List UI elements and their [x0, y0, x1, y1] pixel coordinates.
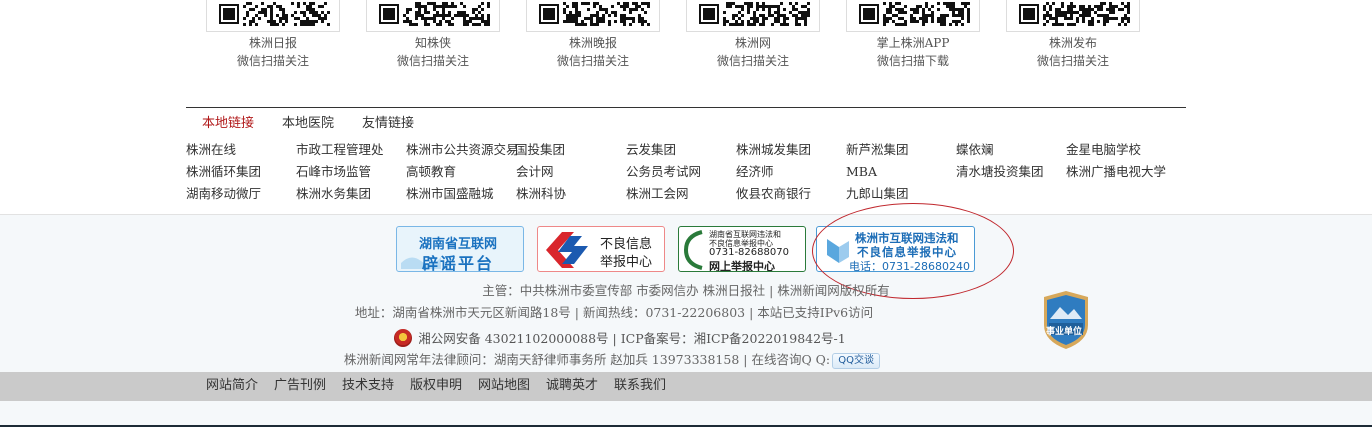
report-logo-icon [546, 232, 588, 268]
qr-action: 微信扫描关注 [556, 54, 629, 68]
qr-item-zhuzhou-daily: 株洲日报 微信扫描关注 [206, 0, 340, 70]
qr-item-zhuzhou-net: 株洲网 微信扫描关注 [686, 0, 820, 70]
nav-about[interactable]: 网站简介 [206, 378, 258, 394]
badge-phone: 0731-82688070 [709, 247, 789, 258]
qr-name: 株洲日报 [248, 36, 297, 50]
qr-name: 株洲发布 [1048, 36, 1097, 50]
nav-sitemap[interactable]: 网站地图 [478, 378, 530, 394]
police-badge-icon [394, 329, 413, 347]
rumor-platform-badge[interactable]: 湖南省互联网 辟谣平台 [396, 226, 524, 272]
qr-item-zhuzhou-release: 株洲发布 微信扫描关注 [1006, 0, 1140, 70]
footer-info-supervisor: 主管：中共株洲市委宣传部 市委网信办 株洲日报社 | 株洲新闻网版权所有 [482, 283, 890, 298]
qr-action: 微信扫描关注 [396, 54, 469, 68]
qr-item-zhuzhou-app: 掌上株洲APP 微信扫描下载 [846, 0, 980, 70]
tab-local-hospitals[interactable]: 本地医院 [282, 116, 334, 132]
legal-text: 株洲新闻网常年法律顾问：湖南天舒律师事务所 赵加兵 13973338158 | … [343, 352, 831, 367]
public-institution-shield-icon[interactable] [1040, 289, 1092, 351]
link-item[interactable]: 国投集团 [515, 141, 565, 159]
link-item[interactable]: 株洲在线 [186, 141, 236, 159]
footer-info-address: 地址：湖南省株洲市天元区新闻路18号 | 新闻热线：0731-22206803 … [354, 305, 874, 320]
qr-name: 知株侠 [414, 36, 451, 50]
tab-local-links[interactable]: 本地链接 [202, 116, 254, 132]
link-item[interactable]: 市政工程管理处 [296, 141, 384, 159]
qr-code-image [686, 0, 820, 32]
qr-name: 株洲晚报 [568, 36, 617, 50]
nav-careers[interactable]: 诚聘英才 [546, 378, 598, 394]
link-item[interactable]: 会计网 [516, 163, 554, 181]
qr-action: 微信扫描关注 [716, 54, 789, 68]
site-footer: 湖南省互联网 辟谣平台 不良信息 举报中心 湖南省互联网违法和 不良信息举报中心… [0, 203, 1372, 427]
link-item[interactable]: 株洲市国盛融城 [406, 185, 494, 203]
link-item[interactable]: 株洲科协 [516, 185, 566, 203]
link-item[interactable]: 石峰市场监管 [296, 163, 371, 181]
link-item[interactable]: 新芦淞集团 [846, 141, 909, 159]
nav-ads[interactable]: 广告刊例 [274, 378, 326, 394]
qr-action: 微信扫描关注 [236, 54, 309, 68]
link-item[interactable]: 株洲城发集团 [736, 141, 811, 159]
icp-text[interactable]: 湘公网安备 43021102000088号 | ICP备案号：湘ICP备2022… [418, 331, 846, 346]
link-item[interactable]: 高顿教育 [406, 163, 456, 181]
qr-name: 掌上株洲APP [876, 36, 950, 50]
badge-phone: 电话：0731-28680240 [849, 260, 970, 272]
link-item[interactable]: 蝶依斓 [956, 141, 994, 159]
section-divider [186, 107, 1186, 108]
link-item[interactable]: 株洲水务集团 [296, 185, 371, 203]
link-item[interactable]: 株洲市公共资源交易 [406, 141, 519, 159]
online-report-center-badge[interactable]: 湖南省互联网违法和 不良信息举报中心 0731-82688070 网上举报中心 [678, 226, 806, 272]
footer-info-legal: 株洲新闻网常年法律顾问：湖南天舒律师事务所 赵加兵 13973338158 | … [0, 351, 1298, 369]
qr-code-image [206, 0, 340, 32]
qr-code-image [1006, 0, 1140, 32]
qr-action: 微信扫描关注 [1036, 54, 1109, 68]
zhuzhou-report-center-badge[interactable]: 株洲市互联网违法和 不良信息举报中心 电话：0731-28680240 [816, 226, 975, 272]
qr-code-row: 株洲日报 微信扫描关注 知株侠 微信扫描关注 株洲晚报 微信扫描关注 株洲网 微… [206, 0, 1146, 80]
qr-action: 微信扫描下载 [876, 54, 949, 68]
badge-line1: 不良信息 [600, 237, 653, 252]
link-item[interactable]: 云发集团 [626, 141, 676, 159]
bottom-nav: 网站简介 广告刊例 技术支持 版权申明 网站地图 诚聘英才 联系我们 [0, 372, 1372, 401]
nav-copyright[interactable]: 版权申明 [410, 378, 462, 394]
link-item[interactable]: 株洲循环集团 [186, 163, 261, 181]
nav-tech-support[interactable]: 技术支持 [342, 378, 394, 394]
link-item[interactable]: MBA [846, 163, 877, 181]
nav-contact[interactable]: 联系我们 [614, 378, 666, 394]
badge-line3: 网上举报中心 [709, 260, 775, 272]
qr-code-image [366, 0, 500, 32]
link-item[interactable]: 金星电脑学校 [1066, 141, 1141, 159]
link-item[interactable]: 株洲广播电视大学 [1066, 163, 1166, 181]
link-item[interactable]: 株洲工会网 [626, 185, 689, 203]
link-item[interactable]: 经济师 [736, 163, 774, 181]
link-item[interactable]: 九郎山集团 [846, 185, 909, 203]
bad-info-report-badge[interactable]: 不良信息 举报中心 [537, 226, 665, 272]
qr-code-image [846, 0, 980, 32]
badge-line2: 辟谣平台 [422, 254, 495, 272]
qq-chat-button[interactable]: QQ交谈 [832, 353, 881, 369]
link-item[interactable]: 清水塘投资集团 [956, 163, 1044, 181]
qr-item-zhuzhou-evening: 株洲晚报 微信扫描关注 [526, 0, 660, 70]
link-item[interactable]: 公务员考试网 [626, 163, 701, 181]
link-item[interactable]: 攸县农商银行 [736, 185, 811, 203]
link-item[interactable]: 湖南移动微厅 [186, 185, 261, 203]
report-emblem-icon [827, 239, 849, 263]
qr-item-zhizhuxia: 知株侠 微信扫描关注 [366, 0, 500, 70]
phone-icon [683, 230, 703, 270]
footer-info-icp: 湘公网安备 43021102000088号 | ICP备案号：湘ICP备2022… [0, 329, 1306, 348]
qr-name: 株洲网 [734, 36, 771, 50]
tab-friend-links[interactable]: 友情链接 [362, 116, 414, 132]
qr-code-image [526, 0, 660, 32]
shield-label: 事业单位 [1046, 327, 1083, 337]
badge-line2: 举报中心 [600, 255, 653, 270]
